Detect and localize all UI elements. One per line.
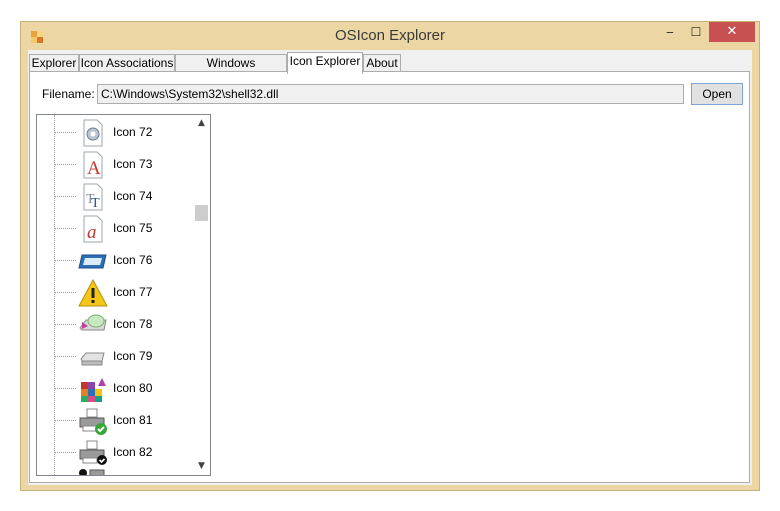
tree-item[interactable]: Icon 82	[54, 436, 194, 468]
window-icon	[78, 254, 107, 269]
tree-item-label: Icon 81	[113, 413, 153, 427]
title-bar[interactable]: OSIcon Explorer ‒ ☐ ✕	[21, 22, 759, 52]
tree-item-label: Icon 78	[113, 317, 153, 331]
tree-item-label: Icon 74	[113, 189, 153, 203]
maximize-button[interactable]: ☐	[683, 22, 709, 42]
tree-item[interactable]: Icon 81	[54, 404, 194, 436]
tree-item[interactable]: Icon 79	[54, 340, 194, 372]
svg-text:T: T	[91, 196, 100, 211]
tree-item-label: Icon 79	[113, 349, 153, 363]
svg-text:a: a	[87, 222, 97, 243]
warning-icon	[78, 278, 108, 307]
tree-item[interactable]: T T Icon 74	[54, 180, 194, 212]
minimize-button[interactable]: ‒	[657, 22, 683, 42]
close-button[interactable]: ✕	[709, 22, 755, 42]
opentype-font-icon: a	[83, 215, 103, 243]
open-button[interactable]: Open	[691, 83, 743, 105]
scroll-up-icon[interactable]: ▲	[193, 115, 210, 132]
tree-item[interactable]: A Icon 73	[54, 148, 194, 180]
window-title: OSIcon Explorer	[334, 27, 446, 44]
printer-default-icon	[79, 440, 107, 465]
partial-icon	[79, 469, 105, 475]
tree-item-label: Icon 80	[113, 381, 153, 395]
drive-icon	[80, 352, 105, 366]
filename-field[interactable]: C:\Windows\System32\shell32.dll	[97, 84, 684, 104]
tree-scrollbar[interactable]: ▲ ▼	[193, 115, 210, 475]
tree-item[interactable]: Icon 80	[54, 372, 194, 404]
tab-icon-associations[interactable]: Icon Associations	[79, 54, 175, 72]
scroll-thumb[interactable]	[195, 205, 208, 221]
client-area: Explorer Icon Associations Windows Thumb…	[28, 50, 752, 485]
tree-item[interactable]: Icon 72	[54, 116, 194, 148]
tree-item-label: Icon 77	[113, 285, 153, 299]
tab-about[interactable]: About	[363, 54, 401, 72]
cd-drive-icon	[79, 314, 107, 331]
printer-check-icon	[79, 408, 107, 435]
font-a-icon: A	[83, 151, 103, 179]
filename-label: Filename:	[42, 87, 95, 101]
blocks-icon	[81, 378, 106, 402]
gear-document-icon	[83, 119, 103, 147]
tree-item[interactable]: Icon 76	[54, 244, 194, 276]
tree-item-label: Icon 75	[113, 221, 153, 235]
scroll-down-icon[interactable]: ▼	[193, 458, 210, 475]
tree-item-label: Icon 72	[113, 125, 153, 139]
icon-tree[interactable]: Icon 72 A Icon 73 T T Icon 74 a Icon 75 …	[36, 114, 211, 476]
tree-item[interactable]: a Icon 75	[54, 212, 194, 244]
tree-item-label: Icon 82	[113, 445, 153, 459]
svg-text:A: A	[87, 158, 101, 179]
icon-explorer-panel: Filename: C:\Windows\System32\shell32.dl…	[29, 71, 750, 483]
tab-icon-explorer[interactable]: Icon Explorer	[287, 52, 363, 74]
tab-windows-thumbnails[interactable]: Windows Thumbnails	[175, 54, 287, 87]
tree-item-label: Icon 76	[113, 253, 153, 267]
tree-item[interactable]: Icon 77	[54, 276, 194, 308]
tree-item[interactable]: Icon 78	[54, 308, 194, 340]
tree-item-label: Icon 73	[113, 157, 153, 171]
main-window: OSIcon Explorer ‒ ☐ ✕ Explorer Icon Asso…	[20, 21, 760, 491]
truetype-font-icon: T T	[83, 183, 103, 211]
tab-explorer[interactable]: Explorer	[29, 54, 79, 72]
